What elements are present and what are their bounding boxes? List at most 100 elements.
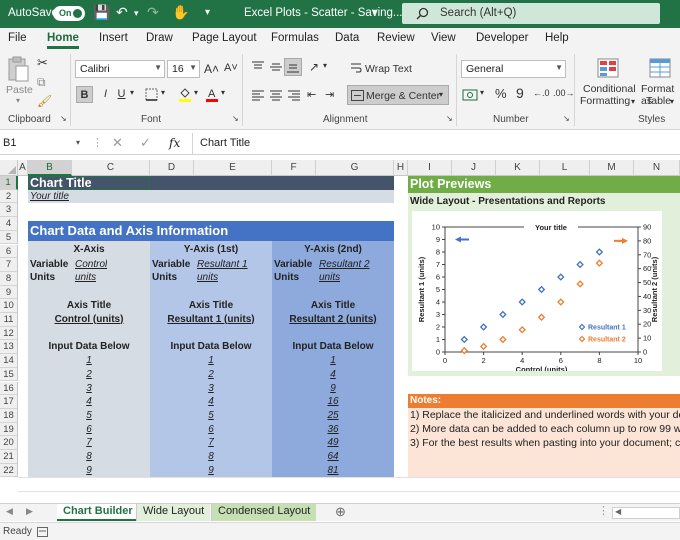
column-header[interactable]: G — [316, 160, 394, 176]
cancel-icon[interactable]: ✕ — [112, 135, 123, 151]
tab-review[interactable]: Review — [377, 32, 415, 44]
column-header[interactable]: F — [272, 160, 316, 176]
align-right-icon[interactable] — [287, 90, 301, 102]
sheet-tab-condensed-layout[interactable]: Condensed Layout — [211, 504, 317, 521]
tab-page-layout[interactable]: Page Layout — [192, 32, 257, 44]
enter-icon[interactable]: ✓ — [140, 135, 151, 151]
conditional-formatting-label-2[interactable]: Formatting — [580, 95, 630, 107]
tab-developer[interactable]: Developer — [476, 32, 528, 44]
row-header[interactable]: 4 — [0, 217, 18, 231]
column-header[interactable]: N — [634, 160, 680, 176]
add-sheet-icon[interactable]: ⊕ — [335, 504, 346, 520]
number-launcher-icon[interactable]: ↘ — [563, 114, 570, 123]
data-input-cell[interactable]: 1 — [28, 355, 150, 366]
accessibility-icon[interactable] — [37, 527, 48, 537]
name-box-dropdown-icon[interactable]: ▾ — [76, 138, 80, 147]
data-input-cell[interactable]: 9 — [150, 465, 272, 476]
row-header[interactable]: 5 — [0, 230, 18, 245]
save-icon[interactable]: 💾 — [93, 4, 110, 21]
conditional-formatting-icon[interactable] — [597, 58, 619, 78]
data-input-cell[interactable]: 7 — [28, 437, 150, 448]
paste-label[interactable]: Paste — [6, 84, 33, 96]
borders-dropdown-icon[interactable]: ▾ — [161, 88, 165, 97]
accounting-dropdown-icon[interactable]: ▾ — [480, 88, 484, 97]
data-input-cell[interactable]: 4 — [272, 369, 394, 380]
y2-units-input[interactable]: units — [319, 272, 340, 283]
italic-button[interactable]: I — [97, 86, 114, 103]
row-header[interactable]: 15 — [0, 367, 18, 382]
column-header[interactable]: A — [18, 160, 28, 176]
worksheet-grid[interactable]: A B C D E F G H I J K L M N 1 2 3 4 5 6 … — [0, 160, 680, 500]
conditional-formatting-dropdown-icon[interactable]: ▾ — [631, 97, 635, 106]
align-top-icon[interactable] — [251, 61, 265, 73]
column-header[interactable]: J — [452, 160, 496, 176]
horizontal-scrollbar[interactable]: ◀ — [612, 507, 680, 519]
tab-insert[interactable]: Insert — [99, 32, 128, 44]
column-header[interactable]: I — [408, 160, 452, 176]
row-header[interactable]: 20 — [0, 436, 18, 450]
align-bottom-button[interactable] — [284, 58, 302, 76]
tab-data[interactable]: Data — [335, 32, 359, 44]
wrap-text-button[interactable]: Wrap Text — [365, 63, 412, 75]
data-input-cell[interactable]: 3 — [150, 383, 272, 394]
column-header[interactable]: C — [72, 160, 150, 176]
insert-function-icon[interactable]: fx — [169, 136, 180, 150]
data-input-cell[interactable]: 9 — [28, 465, 150, 476]
scroll-tabs-left-icon[interactable]: ◀ — [6, 506, 13, 517]
data-input-cell[interactable]: 7 — [150, 437, 272, 448]
your-title-input[interactable]: Your title — [30, 191, 69, 202]
accounting-format-icon[interactable] — [462, 88, 478, 102]
scroll-left-icon[interactable]: ◀ — [615, 507, 621, 516]
format-as-table-dropdown-icon[interactable]: ▾ — [670, 97, 674, 106]
data-input-cell[interactable]: 25 — [272, 410, 394, 421]
underline-dropdown-icon[interactable]: ▾ — [130, 88, 134, 97]
data-input-cell[interactable]: 64 — [272, 451, 394, 462]
x-units-input[interactable]: units — [75, 272, 96, 283]
column-header[interactable]: D — [150, 160, 194, 176]
format-as-table-label-2[interactable]: Table — [646, 95, 671, 107]
data-input-cell[interactable]: 5 — [28, 410, 150, 421]
select-all-corner[interactable] — [0, 160, 18, 176]
comma-button[interactable]: 9 — [516, 85, 524, 101]
autosave-toggle[interactable]: On — [53, 6, 85, 21]
percent-button[interactable]: % — [495, 86, 507, 101]
data-input-cell[interactable]: 49 — [272, 437, 394, 448]
data-input-cell[interactable]: 6 — [28, 424, 150, 435]
column-header[interactable]: H — [394, 160, 408, 176]
decrease-indent-icon[interactable]: ⇤ — [307, 88, 316, 101]
row-header[interactable]: 21 — [0, 450, 18, 464]
data-input-cell[interactable]: 1 — [150, 355, 272, 366]
y1-units-input[interactable]: units — [197, 272, 218, 283]
row-header[interactable]: 22 — [0, 463, 18, 478]
data-input-cell[interactable]: 1 — [272, 355, 394, 366]
format-painter-icon[interactable]: 🖌 — [37, 94, 52, 108]
redo-icon[interactable]: ↷ — [147, 4, 159, 21]
row-header[interactable]: 6 — [0, 244, 18, 259]
row-header[interactable]: 8 — [0, 271, 18, 286]
number-format-select[interactable]: General ▼ — [461, 60, 566, 78]
underline-button[interactable]: U — [113, 86, 130, 103]
align-left-icon[interactable] — [251, 90, 265, 102]
scroll-tabs-right-icon[interactable]: ▶ — [26, 506, 33, 517]
font-color-icon[interactable]: A — [205, 86, 219, 102]
row-header[interactable]: 18 — [0, 408, 18, 423]
search-box[interactable]: Search (Alt+Q) — [402, 3, 660, 24]
increase-indent-icon[interactable]: ⇥ — [325, 88, 334, 101]
font-color-dropdown-icon[interactable]: ▾ — [221, 88, 225, 97]
clipboard-launcher-icon[interactable]: ↘ — [60, 114, 67, 123]
data-input-cell[interactable]: 3 — [28, 383, 150, 394]
row-header[interactable]: 2 — [0, 189, 18, 204]
data-input-cell[interactable]: 5 — [150, 410, 272, 421]
bold-button[interactable]: B — [76, 86, 93, 103]
customize-qat-icon[interactable]: ▾ — [205, 7, 210, 18]
x-variable-input[interactable]: Control — [75, 259, 107, 270]
row-header[interactable]: 10 — [0, 299, 18, 313]
row-header[interactable]: 3 — [0, 203, 18, 218]
data-input-cell[interactable]: 81 — [272, 465, 394, 476]
tab-draw[interactable]: Draw — [146, 32, 173, 44]
column-header[interactable]: L — [540, 160, 590, 176]
tab-view[interactable]: View — [431, 32, 456, 44]
font-launcher-icon[interactable]: ↘ — [232, 114, 239, 123]
tab-home[interactable]: Home — [47, 32, 79, 49]
orientation-icon[interactable]: ↗ — [309, 60, 319, 74]
